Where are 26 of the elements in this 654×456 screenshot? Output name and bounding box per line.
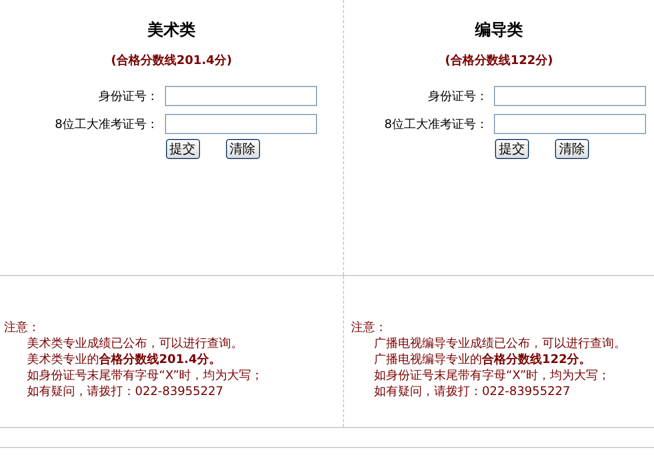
form-button[interactable]: 提交 [166, 139, 200, 159]
notice-line: 如身份证号末尾带有字母“X”时，均为大写； [27, 367, 264, 383]
form-button[interactable]: 提交 [495, 139, 529, 159]
input-field[interactable] [164, 114, 316, 134]
field-label: 8位工大准考证号： [54, 116, 158, 132]
notice-heading: 注意： [351, 319, 387, 335]
passing-score-note: (合格分数线201.4分) [111, 52, 232, 69]
notice-line: 广播电视编导专业成绩已公布，可以进行查询。 [374, 335, 626, 351]
field-label: 8位工大准考证号： [383, 116, 488, 132]
notice-line: 美术类专业成绩已公布，可以进行查询。 [27, 335, 243, 351]
notice-line: 如身份证号末尾带有字母“X”时，均为大写； [374, 367, 610, 383]
input-field[interactable] [494, 86, 646, 106]
form-button[interactable]: 清除 [555, 139, 589, 159]
notice-line: 如有疑问，请拨打：022-83955227 [27, 383, 224, 399]
field-label: 身份证号： [98, 88, 158, 104]
form-button[interactable]: 清除 [226, 139, 260, 159]
panel-title: 编导类 [475, 20, 523, 41]
notice-line: 如有疑问，请拨打：022-83955227 [374, 383, 570, 399]
input-field[interactable] [494, 114, 646, 134]
panel-title: 美术类 [148, 20, 196, 41]
input-field[interactable] [164, 86, 316, 106]
notice-heading: 注意： [4, 319, 40, 335]
field-label: 身份证号： [427, 88, 488, 104]
notice-line: 美术类专业的合格分数线201.4分。 [27, 351, 221, 367]
passing-score-note: (合格分数线122分) [444, 52, 554, 69]
notice-line: 广播电视编导专业的合格分数线122分。 [374, 351, 592, 367]
